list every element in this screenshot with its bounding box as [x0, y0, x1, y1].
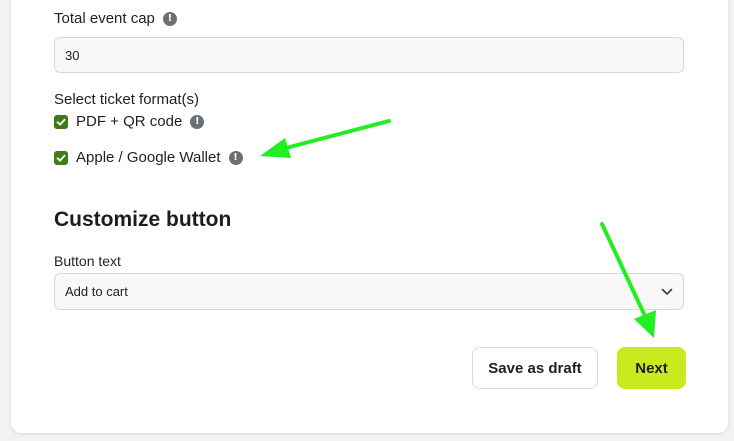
arrow-to-next-button — [600, 222, 656, 338]
arrow-to-wallet-option — [260, 119, 391, 158]
annotation-arrows — [260, 119, 656, 338]
